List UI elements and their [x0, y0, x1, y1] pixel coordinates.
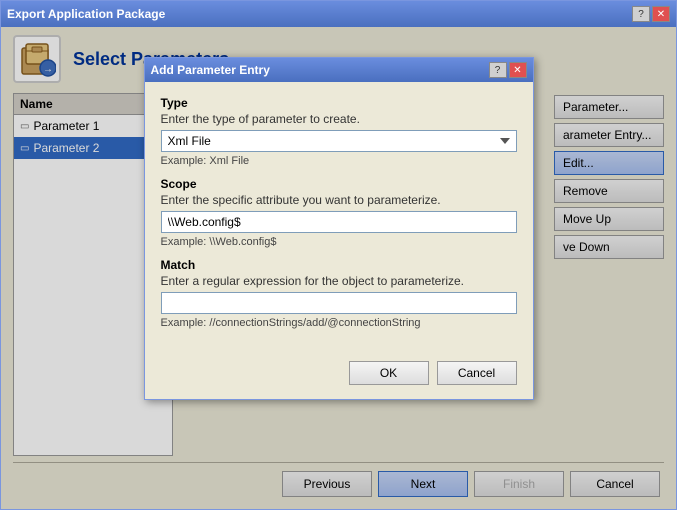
outer-content: → Select Parameters Name ▭ Parameter 1 ▭… [1, 27, 676, 509]
outer-titlebar-controls: ? ✕ [632, 6, 670, 22]
match-input[interactable] [161, 292, 517, 314]
scope-example: Example: \\Web.config$ [161, 236, 517, 248]
modal-buttons: OK Cancel [145, 353, 533, 399]
scope-description: Enter the specific attribute you want to… [161, 193, 517, 207]
modal-dialog: Add Parameter Entry ? ✕ Type Enter the t… [144, 57, 534, 400]
outer-close-button[interactable]: ✕ [652, 6, 670, 22]
modal-titlebar-controls: ? ✕ [489, 62, 527, 78]
modal-close-button[interactable]: ✕ [509, 62, 527, 78]
type-description: Enter the type of parameter to create. [161, 112, 517, 126]
type-label: Type [161, 96, 517, 110]
outer-window: Export Application Package ? ✕ → Select … [0, 0, 677, 510]
type-select[interactable]: Xml File String Boolean [161, 130, 517, 152]
type-section: Type Enter the type of parameter to crea… [161, 96, 517, 167]
outer-help-button[interactable]: ? [632, 6, 650, 22]
match-description: Enter a regular expression for the objec… [161, 274, 517, 288]
scope-label: Scope [161, 177, 517, 191]
modal-cancel-button[interactable]: Cancel [437, 361, 517, 385]
type-example: Example: Xml File [161, 155, 517, 167]
scope-input[interactable] [161, 211, 517, 233]
outer-titlebar: Export Application Package ? ✕ [1, 1, 676, 27]
outer-window-title: Export Application Package [7, 7, 165, 21]
match-section: Match Enter a regular expression for the… [161, 258, 517, 329]
modal-overlay: Add Parameter Entry ? ✕ Type Enter the t… [1, 27, 676, 509]
match-label: Match [161, 258, 517, 272]
match-example: Example: //connectionStrings/add/@connec… [161, 317, 517, 329]
modal-titlebar: Add Parameter Entry ? ✕ [145, 58, 533, 82]
scope-section: Scope Enter the specific attribute you w… [161, 177, 517, 248]
modal-ok-button[interactable]: OK [349, 361, 429, 385]
modal-help-button[interactable]: ? [489, 62, 507, 78]
modal-content: Type Enter the type of parameter to crea… [145, 82, 533, 353]
modal-title: Add Parameter Entry [151, 63, 270, 77]
